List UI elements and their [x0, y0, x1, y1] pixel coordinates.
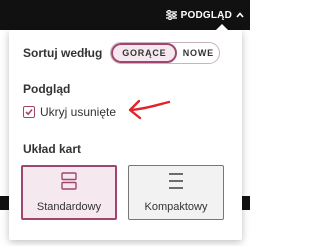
preview-dropdown-panel: Sortuj według GORĄCE NOWE Podgląd Ukryj … — [9, 24, 242, 240]
layout-card-compact-label: Kompaktowy — [144, 201, 208, 213]
layout-options: Standardowy Kompaktowy — [21, 165, 224, 220]
compact-layout-icon — [168, 172, 184, 195]
hide-deleted-label: Ukryj usunięte — [40, 105, 117, 119]
layout-card-standard-label: Standardowy — [36, 201, 102, 213]
hide-deleted-option[interactable]: Ukryj usunięte — [23, 105, 116, 119]
preview-toggle-button[interactable]: PODGLĄD — [165, 7, 244, 23]
standard-layout-icon — [61, 172, 77, 195]
hide-deleted-checkbox[interactable] — [23, 106, 35, 118]
layout-card-standard[interactable]: Standardowy — [21, 165, 117, 220]
sliders-icon — [165, 10, 177, 20]
sort-row: Sortuj według GORĄCE NOWE — [23, 42, 232, 64]
layout-section-title: Układ kart — [23, 142, 82, 156]
background-edge — [242, 196, 250, 210]
preview-button-label: PODGLĄD — [180, 9, 232, 21]
background-edge — [0, 196, 9, 210]
caret-up-icon — [236, 12, 244, 18]
preview-section-title: Podgląd — [23, 82, 71, 96]
layout-card-compact[interactable]: Kompaktowy — [128, 165, 224, 220]
sort-label: Sortuj według — [23, 46, 103, 60]
top-bar: PODGLĄD — [0, 0, 250, 30]
sort-toggle: GORĄCE NOWE — [110, 42, 221, 64]
panel-caret — [216, 24, 228, 30]
annotation-arrow-icon — [127, 96, 171, 127]
sort-option-new[interactable]: NOWE — [177, 43, 219, 63]
sort-option-hot[interactable]: GORĄCE — [111, 43, 178, 63]
